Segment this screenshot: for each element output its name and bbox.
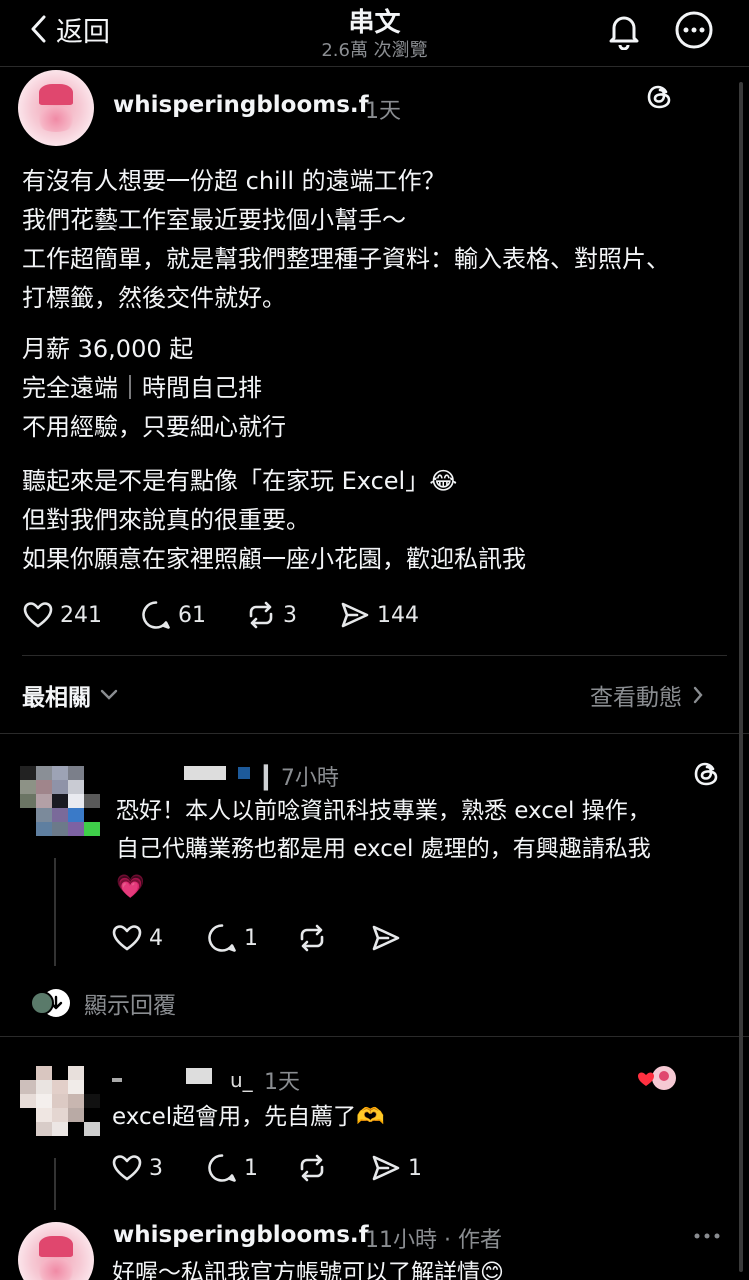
post-username[interactable]: whisperingblooms.f [113, 92, 369, 118]
post-time: 1天 [365, 99, 401, 124]
reply-count: 61 [178, 602, 206, 628]
more-options-icon[interactable] [674, 10, 714, 50]
blurred-username[interactable] [112, 1078, 122, 1082]
post-line: 工作超簡單，就是幫我們整理種子資料：輸入表格、對照片、 [22, 245, 670, 273]
show-replies-button[interactable]: 顯示回覆 [30, 986, 176, 1020]
section-divider [0, 733, 749, 734]
username-fragment: u_ [230, 1068, 253, 1092]
blurred-username-fragment [186, 1068, 212, 1084]
threads-logo-icon[interactable] [692, 759, 722, 789]
heart-icon [22, 599, 54, 631]
post-line: 完全遠端｜時間自己排 [22, 374, 262, 402]
comment-line: 自己代購業務也都是用 excel 處理的，有興趣請私我 [116, 836, 651, 862]
reply-username[interactable]: whisperingblooms.f [113, 1222, 369, 1248]
mini-avatar [30, 991, 54, 1015]
comment-text: 恐好！本人以前唸資訊科技專業，熟悉 excel 操作， 自己代購業務也都是用 e… [116, 792, 651, 906]
sort-dropdown[interactable]: 最相關 [22, 678, 119, 712]
post-line: 月薪 36,000 起 [22, 335, 194, 363]
repost-icon [296, 1152, 328, 1184]
comment-time: ▎7小時 [264, 760, 339, 792]
activity-label: 查看動態 [590, 685, 682, 711]
reply-meta: 11小時 · 作者 [365, 1228, 502, 1253]
reply-text: 好喔～私訊我官方帳號可以了解詳情😊 [112, 1254, 504, 1280]
heart-icon [111, 1152, 143, 1184]
avatar[interactable] [20, 1066, 100, 1138]
post-line: 有沒有人想要一份超 chill 的遠端工作？ [22, 167, 446, 195]
author-liked-badge [636, 1064, 678, 1096]
threads-logo-icon[interactable] [645, 82, 675, 112]
view-activity-link[interactable]: 查看動態 [590, 678, 704, 712]
reply-button[interactable]: 1 [206, 1152, 258, 1184]
reply-count: 1 [244, 1155, 258, 1181]
repost-button[interactable]: 3 [245, 599, 297, 631]
sort-label: 最相關 [22, 685, 91, 711]
comment-line: 💗 [116, 874, 145, 900]
scrollbar[interactable] [739, 82, 743, 1272]
heart-icon [111, 922, 143, 954]
share-button[interactable]: 1 [370, 1152, 422, 1184]
thread-line [54, 858, 56, 966]
blurred-username-fragment [238, 767, 250, 779]
post-line: 聽起來是不是有點像「在家玩 Excel」😂 [22, 467, 458, 495]
post-line: 不用經驗，只要細心就行 [22, 413, 286, 441]
header-divider [0, 66, 749, 67]
post-paragraph: 月薪 36,000 起 完全遠端｜時間自己排 不用經驗，只要細心就行 [22, 330, 286, 447]
repost-button[interactable] [296, 922, 328, 954]
like-count: 4 [149, 925, 163, 951]
post-paragraph: 有沒有人想要一份超 chill 的遠端工作？ 我們花藝工作室最近要找個小幫手～ … [22, 162, 670, 318]
blurred-username[interactable] [184, 766, 226, 780]
thread-line [54, 1158, 56, 1210]
share-count: 1 [408, 1155, 422, 1181]
repost-icon [245, 599, 277, 631]
send-icon [370, 922, 402, 954]
post-line: 如果你願意在家裡照顧一座小花園，歡迎私訊我 [22, 545, 526, 573]
post-paragraph: 聽起來是不是有點像「在家玩 Excel」😂 但對我們來說真的很重要。 如果你願意… [22, 462, 526, 579]
repost-count: 3 [283, 602, 297, 628]
show-replies-label: 顯示回覆 [84, 993, 176, 1019]
like-count: 3 [149, 1155, 163, 1181]
comment-line: 恐好！本人以前唸資訊科技專業，熟悉 excel 操作， [116, 798, 651, 824]
comment-text: excel超會用，先自薦了🫶 [112, 1098, 385, 1136]
repost-button[interactable] [296, 1152, 328, 1184]
avatar[interactable] [20, 766, 100, 836]
comment-line: excel超會用，先自薦了🫶 [112, 1104, 385, 1130]
post-divider [22, 655, 727, 656]
post-line: 但對我們來說真的很重要。 [22, 506, 310, 534]
comment-icon [206, 922, 238, 954]
comment-icon [206, 1152, 238, 1184]
post-line: 我們花藝工作室最近要找個小幫手～ [22, 206, 406, 234]
send-icon [339, 599, 371, 631]
post-line: 打標籤，然後交件就好。 [22, 284, 286, 312]
reply-button[interactable]: 1 [206, 922, 258, 954]
share-button[interactable]: 144 [339, 599, 419, 631]
comment-icon [140, 599, 172, 631]
share-count: 144 [377, 602, 419, 628]
name-fragment: ▎ [264, 766, 281, 791]
like-button[interactable]: 241 [22, 599, 102, 631]
reply-button[interactable]: 61 [140, 599, 206, 631]
more-options-icon[interactable] [692, 1226, 722, 1246]
like-button[interactable]: 4 [111, 922, 163, 954]
avatar[interactable] [18, 70, 94, 146]
send-icon [370, 1152, 402, 1184]
reply-line: 好喔～私訊我官方帳號可以了解詳情😊 [112, 1260, 504, 1280]
chevron-right-icon [692, 685, 704, 705]
repost-icon [296, 922, 328, 954]
reply-count: 1 [244, 925, 258, 951]
share-button[interactable] [370, 922, 402, 954]
avatar[interactable] [18, 1222, 94, 1280]
chevron-down-icon [99, 688, 119, 702]
bell-icon[interactable] [604, 10, 644, 50]
comment-time-text: 7小時 [280, 766, 339, 791]
like-count: 241 [60, 602, 102, 628]
comment-divider [0, 1036, 749, 1037]
reply-avatars [30, 989, 70, 1017]
like-button[interactable]: 3 [111, 1152, 163, 1184]
comment-time: 1天 [264, 1070, 300, 1095]
